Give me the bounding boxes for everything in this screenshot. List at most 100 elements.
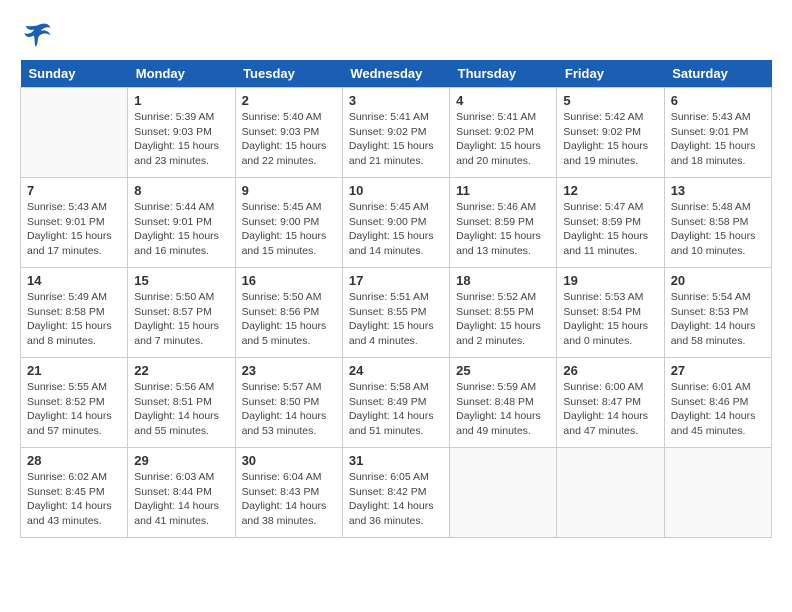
day-info: Sunrise: 5:43 AM Sunset: 9:01 PM Dayligh…	[671, 110, 765, 169]
calendar-cell	[450, 448, 557, 538]
day-info: Sunrise: 5:49 AM Sunset: 8:58 PM Dayligh…	[27, 290, 121, 349]
day-number: 3	[349, 93, 443, 108]
calendar-cell: 15 Sunrise: 5:50 AM Sunset: 8:57 PM Dayli…	[128, 268, 235, 358]
weekday-header-sunday: Sunday	[21, 60, 128, 88]
day-info: Sunrise: 5:58 AM Sunset: 8:49 PM Dayligh…	[349, 380, 443, 439]
page-header	[20, 20, 772, 50]
day-number: 25	[456, 363, 550, 378]
day-info: Sunrise: 6:05 AM Sunset: 8:42 PM Dayligh…	[349, 470, 443, 529]
day-info: Sunrise: 5:48 AM Sunset: 8:58 PM Dayligh…	[671, 200, 765, 259]
day-info: Sunrise: 5:41 AM Sunset: 9:02 PM Dayligh…	[456, 110, 550, 169]
day-number: 30	[242, 453, 336, 468]
day-number: 22	[134, 363, 228, 378]
calendar-cell: 18Sunrise: 5:52 AM Sunset: 8:55 PM Dayli…	[450, 268, 557, 358]
day-info: Sunrise: 5:43 AM Sunset: 9:01 PM Dayligh…	[27, 200, 121, 259]
calendar-table: SundayMondayTuesdayWednesdayThursdayFrid…	[20, 60, 772, 538]
week-row-2: 7 Sunrise: 5:43 AM Sunset: 9:01 PM Daylig…	[21, 178, 772, 268]
day-info: Sunrise: 5:39 AM Sunset: 9:03 PM Dayligh…	[134, 110, 228, 169]
day-info: Sunrise: 5:54 AM Sunset: 8:53 PM Dayligh…	[671, 290, 765, 349]
calendar-cell: 21Sunrise: 5:55 AM Sunset: 8:52 PM Dayli…	[21, 358, 128, 448]
day-info: Sunrise: 6:04 AM Sunset: 8:43 PM Dayligh…	[242, 470, 336, 529]
calendar-cell: 2 Sunrise: 5:40 AM Sunset: 9:03 PM Daylig…	[235, 88, 342, 178]
calendar-cell: 11Sunrise: 5:46 AM Sunset: 8:59 PM Dayli…	[450, 178, 557, 268]
calendar-cell: 19 Sunrise: 5:53 AM Sunset: 8:54 PM Dayli…	[557, 268, 664, 358]
day-info: Sunrise: 5:46 AM Sunset: 8:59 PM Dayligh…	[456, 200, 550, 259]
day-info: Sunrise: 6:02 AM Sunset: 8:45 PM Dayligh…	[27, 470, 121, 529]
calendar-cell: 24Sunrise: 5:58 AM Sunset: 8:49 PM Dayli…	[342, 358, 449, 448]
day-info: Sunrise: 5:59 AM Sunset: 8:48 PM Dayligh…	[456, 380, 550, 439]
day-number: 16	[242, 273, 336, 288]
weekday-header-saturday: Saturday	[664, 60, 771, 88]
weekday-header-row: SundayMondayTuesdayWednesdayThursdayFrid…	[21, 60, 772, 88]
week-row-1: 1 Sunrise: 5:39 AM Sunset: 9:03 PM Daylig…	[21, 88, 772, 178]
day-number: 31	[349, 453, 443, 468]
day-info: Sunrise: 5:57 AM Sunset: 8:50 PM Dayligh…	[242, 380, 336, 439]
weekday-header-wednesday: Wednesday	[342, 60, 449, 88]
day-number: 12	[563, 183, 657, 198]
weekday-header-thursday: Thursday	[450, 60, 557, 88]
day-number: 5	[563, 93, 657, 108]
calendar-cell: 27 Sunrise: 6:01 AM Sunset: 8:46 PM Dayli…	[664, 358, 771, 448]
day-info: Sunrise: 5:47 AM Sunset: 8:59 PM Dayligh…	[563, 200, 657, 259]
day-number: 7	[27, 183, 121, 198]
day-info: Sunrise: 5:40 AM Sunset: 9:03 PM Dayligh…	[242, 110, 336, 169]
day-info: Sunrise: 6:03 AM Sunset: 8:44 PM Dayligh…	[134, 470, 228, 529]
day-number: 28	[27, 453, 121, 468]
logo	[20, 20, 52, 50]
calendar-cell: 1 Sunrise: 5:39 AM Sunset: 9:03 PM Daylig…	[128, 88, 235, 178]
week-row-4: 21Sunrise: 5:55 AM Sunset: 8:52 PM Dayli…	[21, 358, 772, 448]
day-info: Sunrise: 5:42 AM Sunset: 9:02 PM Dayligh…	[563, 110, 657, 169]
calendar-cell: 16 Sunrise: 5:50 AM Sunset: 8:56 PM Dayli…	[235, 268, 342, 358]
day-number: 20	[671, 273, 765, 288]
day-info: Sunrise: 5:45 AM Sunset: 9:00 PM Dayligh…	[242, 200, 336, 259]
day-number: 17	[349, 273, 443, 288]
weekday-header-friday: Friday	[557, 60, 664, 88]
day-number: 18	[456, 273, 550, 288]
calendar-cell: 6 Sunrise: 5:43 AM Sunset: 9:01 PM Daylig…	[664, 88, 771, 178]
day-info: Sunrise: 5:44 AM Sunset: 9:01 PM Dayligh…	[134, 200, 228, 259]
day-number: 10	[349, 183, 443, 198]
day-number: 2	[242, 93, 336, 108]
day-number: 15	[134, 273, 228, 288]
day-number: 23	[242, 363, 336, 378]
calendar-cell: 20 Sunrise: 5:54 AM Sunset: 8:53 PM Dayli…	[664, 268, 771, 358]
calendar-cell: 12 Sunrise: 5:47 AM Sunset: 8:59 PM Dayli…	[557, 178, 664, 268]
day-info: Sunrise: 5:50 AM Sunset: 8:57 PM Dayligh…	[134, 290, 228, 349]
calendar-cell	[557, 448, 664, 538]
day-info: Sunrise: 5:51 AM Sunset: 8:55 PM Dayligh…	[349, 290, 443, 349]
day-number: 6	[671, 93, 765, 108]
weekday-header-monday: Monday	[128, 60, 235, 88]
calendar-cell: 3 Sunrise: 5:41 AM Sunset: 9:02 PM Daylig…	[342, 88, 449, 178]
calendar-cell: 13Sunrise: 5:48 AM Sunset: 8:58 PM Dayli…	[664, 178, 771, 268]
calendar-cell: 26Sunrise: 6:00 AM Sunset: 8:47 PM Dayli…	[557, 358, 664, 448]
calendar-cell: 28 Sunrise: 6:02 AM Sunset: 8:45 PM Dayli…	[21, 448, 128, 538]
calendar-cell	[21, 88, 128, 178]
day-number: 27	[671, 363, 765, 378]
day-info: Sunrise: 6:01 AM Sunset: 8:46 PM Dayligh…	[671, 380, 765, 439]
calendar-cell: 10 Sunrise: 5:45 AM Sunset: 9:00 PM Dayli…	[342, 178, 449, 268]
calendar-cell: 22 Sunrise: 5:56 AM Sunset: 8:51 PM Dayli…	[128, 358, 235, 448]
day-info: Sunrise: 5:45 AM Sunset: 9:00 PM Dayligh…	[349, 200, 443, 259]
calendar-cell: 30 Sunrise: 6:04 AM Sunset: 8:43 PM Dayli…	[235, 448, 342, 538]
calendar-cell: 14 Sunrise: 5:49 AM Sunset: 8:58 PM Dayli…	[21, 268, 128, 358]
day-info: Sunrise: 5:50 AM Sunset: 8:56 PM Dayligh…	[242, 290, 336, 349]
calendar-cell: 4 Sunrise: 5:41 AM Sunset: 9:02 PM Daylig…	[450, 88, 557, 178]
calendar-cell: 25 Sunrise: 5:59 AM Sunset: 8:48 PM Dayli…	[450, 358, 557, 448]
day-number: 1	[134, 93, 228, 108]
day-number: 14	[27, 273, 121, 288]
day-info: Sunrise: 5:41 AM Sunset: 9:02 PM Dayligh…	[349, 110, 443, 169]
day-number: 9	[242, 183, 336, 198]
day-number: 4	[456, 93, 550, 108]
day-info: Sunrise: 5:56 AM Sunset: 8:51 PM Dayligh…	[134, 380, 228, 439]
day-info: Sunrise: 5:53 AM Sunset: 8:54 PM Dayligh…	[563, 290, 657, 349]
calendar-cell: 7 Sunrise: 5:43 AM Sunset: 9:01 PM Daylig…	[21, 178, 128, 268]
day-number: 19	[563, 273, 657, 288]
calendar-cell	[664, 448, 771, 538]
calendar-cell: 29Sunrise: 6:03 AM Sunset: 8:44 PM Dayli…	[128, 448, 235, 538]
logo-bird-icon	[22, 20, 52, 50]
calendar-cell: 9 Sunrise: 5:45 AM Sunset: 9:00 PM Daylig…	[235, 178, 342, 268]
calendar-cell: 5 Sunrise: 5:42 AM Sunset: 9:02 PM Daylig…	[557, 88, 664, 178]
day-number: 26	[563, 363, 657, 378]
calendar-cell: 17 Sunrise: 5:51 AM Sunset: 8:55 PM Dayli…	[342, 268, 449, 358]
day-info: Sunrise: 5:55 AM Sunset: 8:52 PM Dayligh…	[27, 380, 121, 439]
